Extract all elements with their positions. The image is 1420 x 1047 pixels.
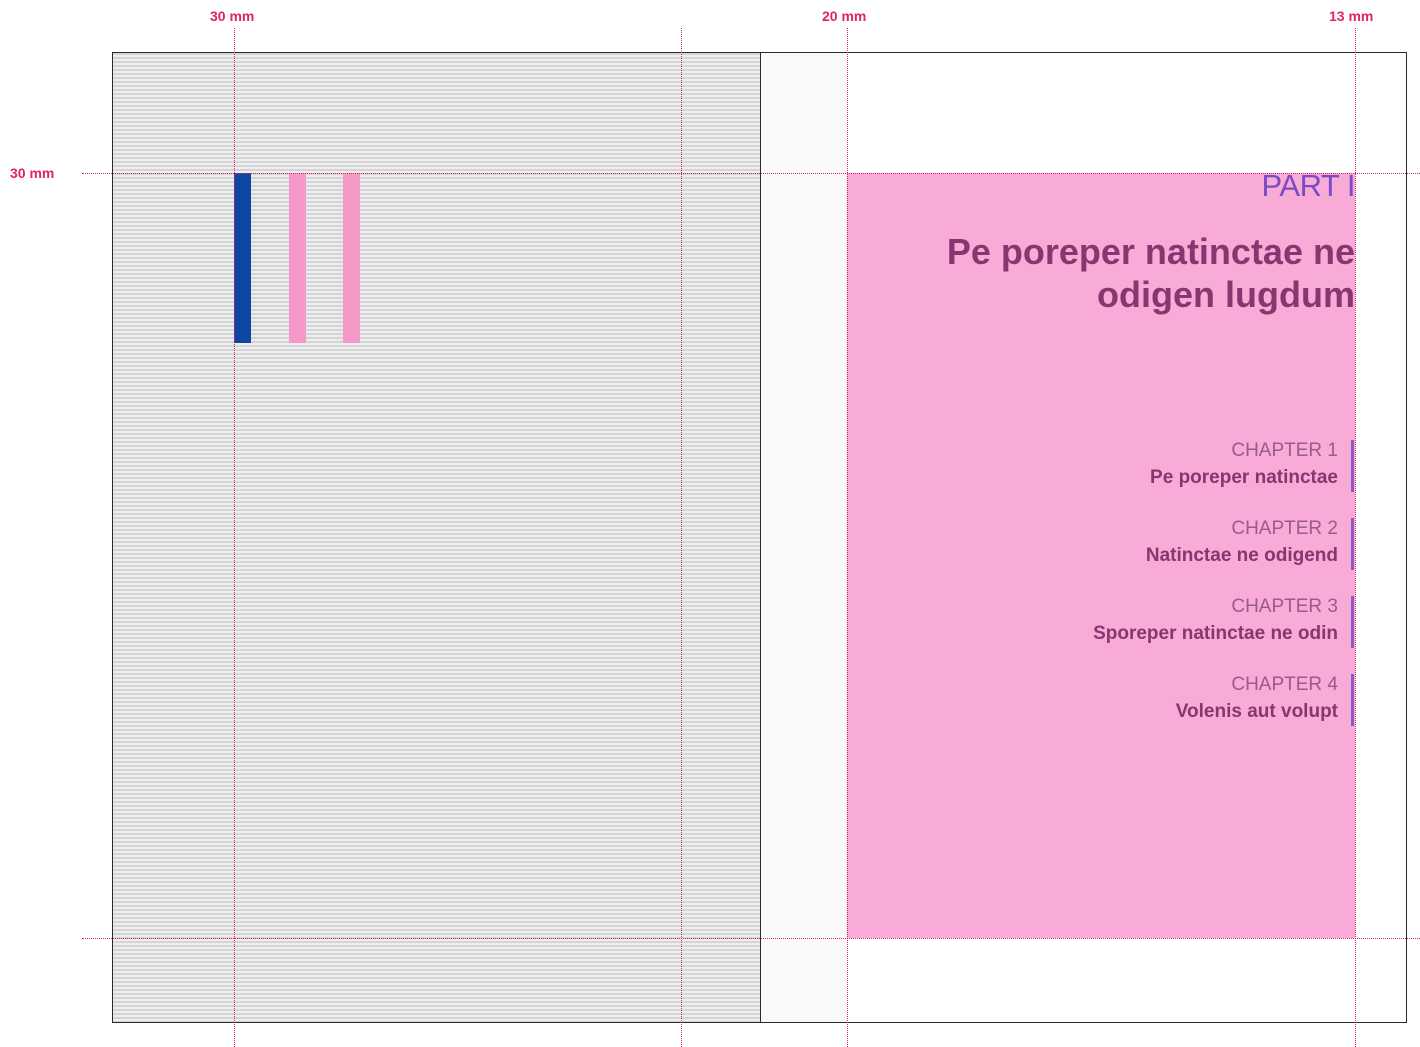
chapter-title: Volenis aut volupt xyxy=(1175,701,1338,722)
chapter-title: Pe poreper natinctae xyxy=(1150,467,1338,488)
pink-bar xyxy=(343,173,360,343)
margin-label-inner-right: 20 mm xyxy=(822,8,867,24)
guide-top xyxy=(82,173,1420,174)
guide-inner-left xyxy=(681,28,682,1047)
chapter-entry: CHAPTER 2 Natinctae ne odigend xyxy=(934,518,1354,570)
margin-label-outer-right: 13 mm xyxy=(1329,8,1374,24)
margin-label-top: 30 mm xyxy=(10,165,55,181)
pink-bar xyxy=(289,173,306,343)
chapter-rule xyxy=(1351,596,1354,648)
chapter-number: CHAPTER 3 xyxy=(1231,596,1338,617)
guide-bottom xyxy=(82,938,1420,939)
chapter-number: CHAPTER 4 xyxy=(1231,674,1338,695)
guide-inner-right xyxy=(847,28,848,1047)
left-page xyxy=(113,53,761,1022)
chapter-rule xyxy=(1351,674,1354,726)
chapter-title: Natinctae ne odigend xyxy=(1145,545,1338,566)
chapter-entry: CHAPTER 4 Volenis aut volupt xyxy=(934,674,1354,726)
chapter-rule xyxy=(1351,518,1354,570)
chapter-rule xyxy=(1351,440,1354,492)
margin-label-outer-left: 30 mm xyxy=(210,8,255,24)
blue-bar xyxy=(234,173,251,343)
chapter-entry: CHAPTER 3 Sporeper natinctae ne odin xyxy=(934,596,1354,648)
chapter-title: Sporeper natinctae ne odin xyxy=(1093,623,1338,644)
guide-outer-right xyxy=(1355,28,1356,1047)
guide-outer-left xyxy=(234,28,235,1047)
chapter-number: CHAPTER 2 xyxy=(1231,518,1338,539)
inner-margin xyxy=(761,53,847,1022)
part-title: Pe poreper natinctae ne odigen lugdum xyxy=(946,231,1355,315)
chapter-entry: CHAPTER 1 Pe poreper natinctae xyxy=(934,440,1354,492)
chapter-number: CHAPTER 1 xyxy=(1231,440,1338,461)
